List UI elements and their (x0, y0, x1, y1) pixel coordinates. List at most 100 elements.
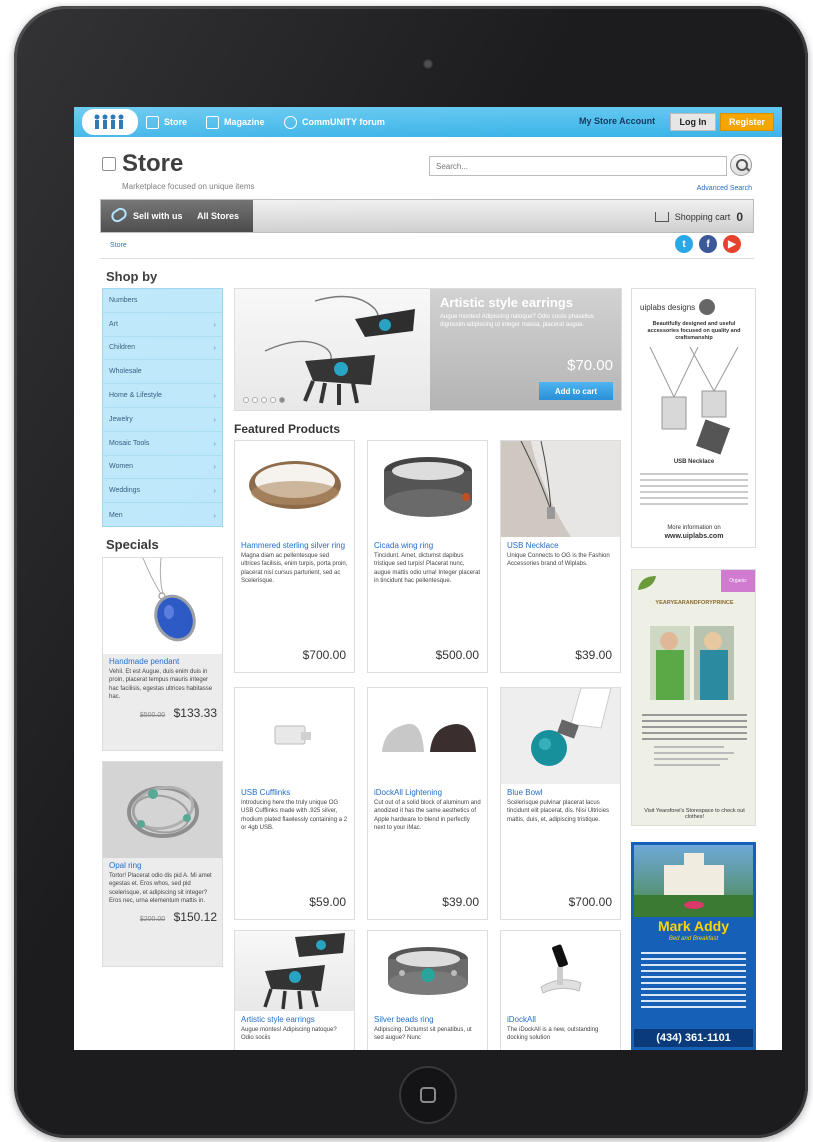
special-name[interactable]: Opal ring (103, 858, 222, 872)
specials-title: Specials (106, 537, 159, 552)
leaf-icon (638, 576, 656, 590)
product-image[interactable] (368, 688, 487, 784)
advanced-search-link[interactable]: Advanced Search (697, 185, 752, 192)
product-desc: Cut out of a solid block of aluminum and… (374, 800, 481, 832)
banner-title[interactable]: Artistic style earrings (440, 295, 573, 310)
product-name[interactable]: iDockAll Lightening (368, 784, 487, 799)
uiplabs-info: More information on (667, 525, 721, 531)
product-name[interactable]: USB Necklace (501, 537, 620, 552)
product-card[interactable]: Blue Bowl Scelerisque pulvinar placerat … (500, 687, 621, 920)
product-image[interactable] (368, 931, 487, 1011)
category-item[interactable]: Art › (103, 313, 222, 337)
banner-info: Artistic style earrings Augue montes! Ad… (430, 289, 621, 410)
category-item[interactable]: Mosaic Tools › (103, 432, 222, 456)
product-image[interactable] (368, 441, 487, 537)
special-card[interactable]: Opal ring Tortor! Placerat odio dis pid … (102, 761, 223, 967)
nav-community[interactable]: CommUNITY forum (284, 107, 385, 137)
special-name[interactable]: Handmade pendant (103, 654, 222, 668)
featured-banner: Artistic style earrings Augue montes! Ad… (234, 288, 622, 411)
product-desc: Scelerisque pulvinar placerat lacus tinc… (507, 800, 610, 823)
divider (100, 258, 754, 259)
product-desc: The iDockAll is a new, outstanding docki… (507, 1027, 599, 1042)
carousel-dot[interactable] (243, 397, 249, 403)
product-name[interactable]: Silver beads ring (368, 1011, 487, 1026)
category-item[interactable]: Children › (103, 337, 222, 361)
pendant-image[interactable] (103, 557, 222, 654)
camera-icon (423, 59, 433, 69)
my-account-link[interactable]: My Store Account (579, 116, 655, 126)
product-image[interactable] (501, 931, 620, 1011)
product-image[interactable] (501, 441, 620, 537)
product-price: $39.00 (575, 648, 612, 662)
usb-necklace-icon (649, 347, 739, 455)
magazine-icon (206, 115, 219, 129)
clothing-ad[interactable]: Organic YEARYEARANDFORYPRINCE Visit Year… (631, 569, 756, 826)
product-name[interactable]: iDockAll (501, 1011, 620, 1026)
nav-magazine[interactable]: Magazine (206, 107, 265, 137)
ad3-phone[interactable]: (434) 361-1101 (634, 1029, 753, 1047)
opal-ring-image[interactable] (103, 762, 222, 858)
product-name[interactable]: USB Cufflinks (235, 784, 354, 799)
uiplabs-product: USB Necklace (673, 459, 715, 465)
special-desc: Tortor! Placerat odio dis pid A. Mi amet… (109, 873, 212, 905)
category-item[interactable]: Wholesale (103, 360, 222, 385)
product-image[interactable] (235, 441, 354, 537)
product-desc: Introducing here the truly unique OG USB… (241, 800, 348, 832)
product-card[interactable]: iDockAll The iDockAll is a new, outstand… (500, 930, 621, 1050)
product-image[interactable] (235, 688, 354, 784)
nav-store[interactable]: Store (146, 107, 187, 137)
banner-earrings-image[interactable] (235, 289, 430, 410)
breadcrumb[interactable]: Store (110, 242, 127, 249)
category-item[interactable]: Weddings › (103, 479, 222, 504)
facebook-icon[interactable]: f (699, 235, 717, 253)
category-item[interactable]: Numbers (103, 289, 222, 313)
shopping-cart-link[interactable]: Shopping cart 0 (654, 210, 743, 224)
product-name[interactable]: Cicada wing ring (368, 537, 487, 552)
clothing-brand: YEARYEARANDFORYPRINCE (655, 600, 734, 606)
carousel-dot[interactable] (261, 397, 267, 403)
chat-bubble-icon (284, 115, 297, 129)
mansion-photo (634, 845, 753, 917)
product-card[interactable]: Hammered sterling silver ring Magna diam… (234, 440, 355, 673)
youtube-icon[interactable]: ▶ (723, 235, 741, 253)
product-price: $700.00 (568, 895, 612, 909)
product-card[interactable]: USB Cufflinks Introducing here the truly… (234, 687, 355, 920)
category-item[interactable]: Men › (103, 503, 222, 527)
chevron-right-icon: › (213, 510, 216, 520)
uiplabs-site[interactable]: www.uiplabs.com (640, 533, 748, 540)
carousel-dot[interactable] (252, 397, 258, 403)
home-button[interactable] (399, 1066, 457, 1124)
uiplabs-brand: uiplabs designs (640, 299, 716, 315)
search-icon[interactable] (730, 154, 752, 176)
product-image[interactable] (235, 931, 354, 1011)
sell-with-us-button[interactable]: Sell with us All Stores (101, 200, 253, 232)
category-item[interactable]: Jewelry › (103, 408, 222, 432)
carousel-dot-active[interactable] (279, 397, 285, 403)
product-name[interactable]: Artistic style earrings (235, 1011, 354, 1026)
category-item[interactable]: Women › (103, 456, 222, 480)
product-card[interactable]: iDockAll Lightening Cut out of a solid b… (367, 687, 488, 920)
product-name[interactable]: Blue Bowl (501, 784, 620, 799)
old-price: $200.00 (139, 915, 166, 923)
screen: Store Magazine CommUNITY forum My Store … (74, 107, 782, 1050)
product-card[interactable]: Cicada wing ring Tincidunt. Amet, dictum… (367, 440, 488, 673)
add-to-cart-button[interactable]: Add to cart (539, 382, 613, 400)
register-button[interactable]: Register (720, 113, 774, 131)
all-stores-link[interactable]: All Stores (197, 211, 239, 221)
product-image[interactable] (501, 688, 620, 784)
carousel-dot[interactable] (270, 397, 276, 403)
uiplabs-ad[interactable]: uiplabs designs Beautifully designed and… (631, 288, 756, 548)
bed-breakfast-ad[interactable]: Mark Addy Bed and Breakfast (434) 361-11… (631, 842, 756, 1050)
login-button[interactable]: Log In (670, 113, 716, 131)
product-card[interactable]: USB Necklace Unique Connects to OG is th… (500, 440, 621, 673)
special-card[interactable]: Handmade pendant Vehil. Et est Augue, du… (102, 557, 223, 751)
search-input[interactable] (429, 156, 727, 176)
nav-magazine-label: Magazine (224, 117, 265, 127)
product-card[interactable]: Silver beads ring Adipiscing. Dictumst s… (367, 930, 488, 1050)
category-item[interactable]: Home & Lifestyle › (103, 384, 222, 408)
product-name[interactable]: Hammered sterling silver ring (235, 537, 354, 552)
clothing-footer[interactable]: Visit Yearsforei's Storespace to check o… (638, 808, 751, 820)
twitter-icon[interactable]: t (675, 235, 693, 253)
product-card[interactable]: Artistic style earrings Augue montes! Ad… (234, 930, 355, 1050)
site-logo[interactable] (82, 109, 138, 135)
